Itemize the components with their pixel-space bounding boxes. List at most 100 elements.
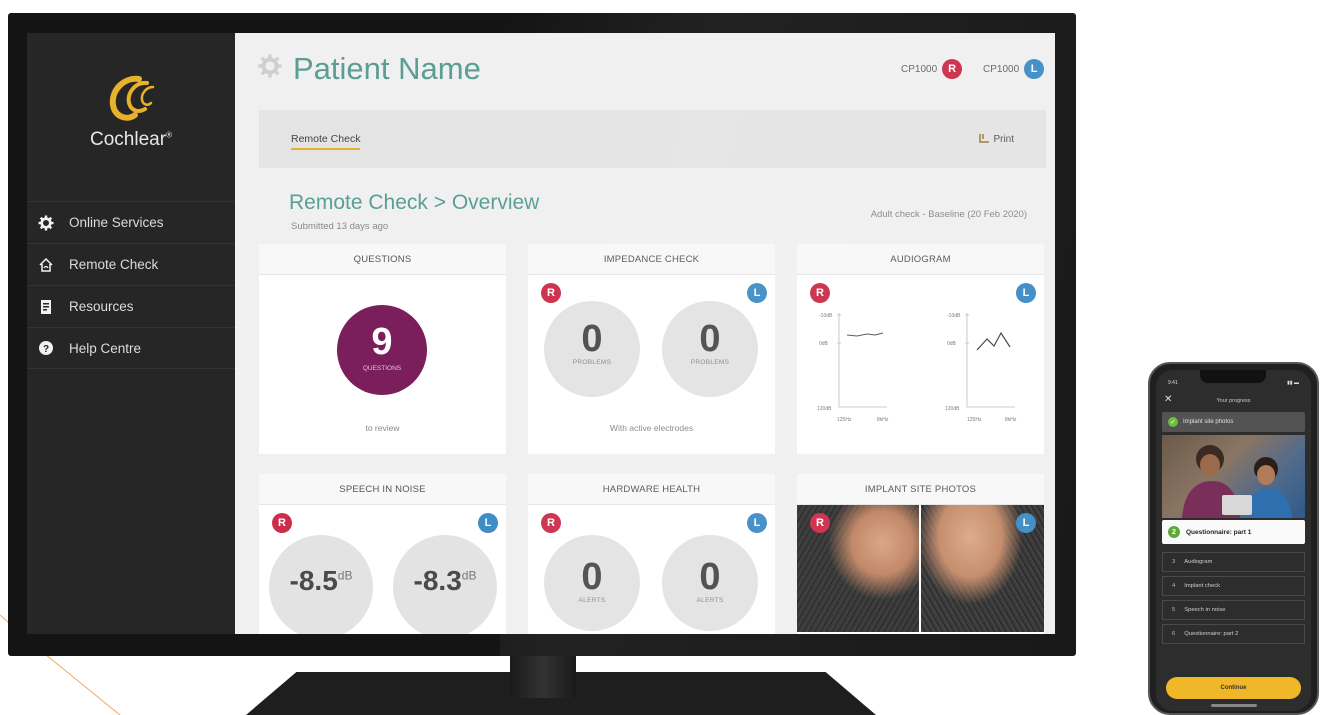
audiogram-plots: -10dB 0dB 120dB 125Hz 8kHz -10dB 0dB 120… (817, 313, 1017, 423)
step-audiogram[interactable]: 3 Audiogram (1162, 552, 1305, 572)
questions-card[interactable]: QUESTIONS 9 QUESTIONS to review (259, 244, 506, 454)
speech-in-noise-card[interactable]: SPEECH IN NOISE R L -8.5dB -8.3dB (259, 474, 506, 634)
sidebar-item-label: Help Centre (69, 340, 142, 356)
sidebar-item-online-services[interactable]: Online Services (27, 201, 235, 243)
right-ear-badge: R (541, 283, 561, 303)
impedance-left-label: PROBLEMS (690, 359, 730, 366)
device-model: CP1000 (983, 63, 1020, 75)
audiogram-left-x-right: 8kHz (1005, 417, 1017, 423)
continue-button[interactable]: Continue (1166, 677, 1301, 699)
card-title: IMPLANT SITE PHOTOS (797, 474, 1044, 505)
speech-right-value: -8.5dB (269, 535, 373, 597)
gear-icon (35, 212, 57, 234)
audiogram-left-curve (976, 331, 1011, 351)
cochlear-logo[interactable]: Cochlear® (27, 73, 235, 151)
speech-right-number: -8.5 (289, 565, 338, 596)
submitted-date: Submitted 13 days ago (291, 221, 389, 232)
device-left[interactable]: CP1000 L (983, 59, 1045, 79)
sidebar: Cochlear® Online Services Remote Check R… (27, 33, 235, 634)
questions-caption: to review (365, 423, 400, 433)
print-label: Print (993, 133, 1014, 145)
device-right[interactable]: CP1000 R (901, 59, 963, 79)
right-ear-badge: R (810, 513, 830, 533)
card-title: IMPEDANCE CHECK (528, 244, 775, 275)
home-indicator[interactable] (1211, 704, 1257, 707)
card-title: QUESTIONS (259, 244, 506, 275)
sidebar-item-label: Resources (69, 299, 134, 314)
hardware-left-label: ALERTS (696, 597, 724, 604)
questions-count: 9 (371, 321, 393, 363)
impedance-right-label: PROBLEMS (572, 359, 612, 366)
hardware-left-circle: 0 ALERTS (662, 535, 758, 631)
questions-count-circle: 9 QUESTIONS (337, 305, 427, 395)
speech-right-unit: dB (337, 568, 353, 583)
settings-gear-icon[interactable] (257, 53, 283, 79)
phone-status-icons: ▮▮ ▬ (1287, 380, 1299, 386)
right-ear-badge: R (942, 59, 963, 79)
questions-count-label: QUESTIONS (362, 365, 402, 372)
impedance-right-circle: 0 PROBLEMS (544, 301, 640, 397)
step-number: 6 (1172, 631, 1176, 637)
check-icon: ✓ (1168, 417, 1178, 427)
card-title: SPEECH IN NOISE (259, 474, 506, 505)
svg-text:?: ? (43, 344, 49, 355)
step-number: 2 (1168, 526, 1180, 538)
right-ear-badge: R (541, 513, 561, 533)
phone-notch (1200, 370, 1266, 383)
hardware-health-card[interactable]: HARDWARE HEALTH R L 0 ALERTS 0 ALERTS (528, 474, 775, 634)
step-label: Implant check (1184, 583, 1220, 589)
step-questionnaire-part-2[interactable]: 6 Questionnaire: part 2 (1162, 624, 1305, 644)
right-ear-badge: R (272, 513, 292, 533)
hardware-right-circle: 0 ALERTS (544, 535, 640, 631)
step-number: 3 (1172, 559, 1176, 565)
tab-remote-check[interactable]: Remote Check (291, 133, 361, 150)
audiogram-left-x-bottom: 120dB (945, 406, 960, 412)
sidebar-item-resources[interactable]: Resources (27, 285, 235, 327)
step-implant-site-photos[interactable]: ✓ Implant site photos (1162, 412, 1305, 432)
step-label: Speech in noise (1184, 607, 1226, 613)
left-ear-badge: L (747, 513, 767, 533)
logo-text: Cochlear® (90, 129, 172, 150)
audiogram-card[interactable]: AUDIOGRAM R L -10dB 0dB 120dB 125Hz 8kHz… (797, 244, 1044, 454)
impedance-left-circle: 0 PROBLEMS (662, 301, 758, 397)
page-title: Patient Name (293, 51, 481, 86)
check-type: Adult check - Baseline (20 Feb 2020) (870, 209, 1027, 220)
phone-hero-photo (1162, 435, 1305, 518)
resources-icon (35, 296, 57, 318)
remote-check-icon (35, 254, 57, 276)
audiogram-right-x-right: 8kHz (877, 417, 889, 423)
phone-title: Your progress (1216, 398, 1251, 404)
step-speech-in-noise[interactable]: 5 Speech in noise (1162, 600, 1305, 620)
impedance-left-value: 0 (699, 318, 721, 360)
toolbar: Remote Check Print (259, 110, 1046, 168)
step-questionnaire-part-1[interactable]: 2 Questionnaire: part 1 (1162, 520, 1305, 544)
phone-screen: 9:41 ▮▮ ▬ ✕ Your progress ✓ Implant site… (1156, 370, 1311, 711)
hardware-right-value: 0 (581, 556, 603, 598)
hardware-left-value: 0 (699, 556, 721, 598)
help-icon: ? (35, 337, 57, 359)
phone-device: 9:41 ▮▮ ▬ ✕ Your progress ✓ Implant site… (1148, 362, 1319, 715)
audiogram-right-y-mid: 0dB (819, 341, 829, 347)
impedance-right-value: 0 (581, 318, 603, 360)
audiogram-left-y-mid: 0dB (947, 341, 957, 347)
step-implant-check[interactable]: 4 Implant check (1162, 576, 1305, 596)
sidebar-item-label: Remote Check (69, 257, 159, 272)
step-number: 4 (1172, 583, 1176, 589)
monitor-stand-neck (510, 656, 576, 698)
breadcrumb: Remote Check > Overview (289, 191, 540, 214)
sidebar-item-help-centre[interactable]: ? Help Centre (27, 327, 235, 369)
left-ear-badge: L (1024, 59, 1045, 79)
print-icon (979, 134, 990, 143)
sidebar-nav: Online Services Remote Check Resources ?… (27, 201, 235, 369)
implant-site-photos-card[interactable]: IMPLANT SITE PHOTOS R L (797, 474, 1044, 634)
left-ear-badge: L (747, 283, 767, 303)
card-title: HARDWARE HEALTH (528, 474, 775, 505)
speech-left-value: -8.3dB (393, 535, 497, 597)
speech-right-circle: -8.5dB (269, 535, 373, 634)
step-label: Audiogram (1184, 559, 1213, 565)
device-model: CP1000 (901, 63, 938, 75)
main-content: Patient Name CP1000 R CP1000 L Remote Ch… (235, 33, 1055, 634)
print-button[interactable]: Print (977, 132, 1014, 146)
impedance-check-card[interactable]: IMPEDANCE CHECK R L 0 PROBLEMS 0 PROBLEM… (528, 244, 775, 454)
sidebar-item-remote-check[interactable]: Remote Check (27, 243, 235, 285)
